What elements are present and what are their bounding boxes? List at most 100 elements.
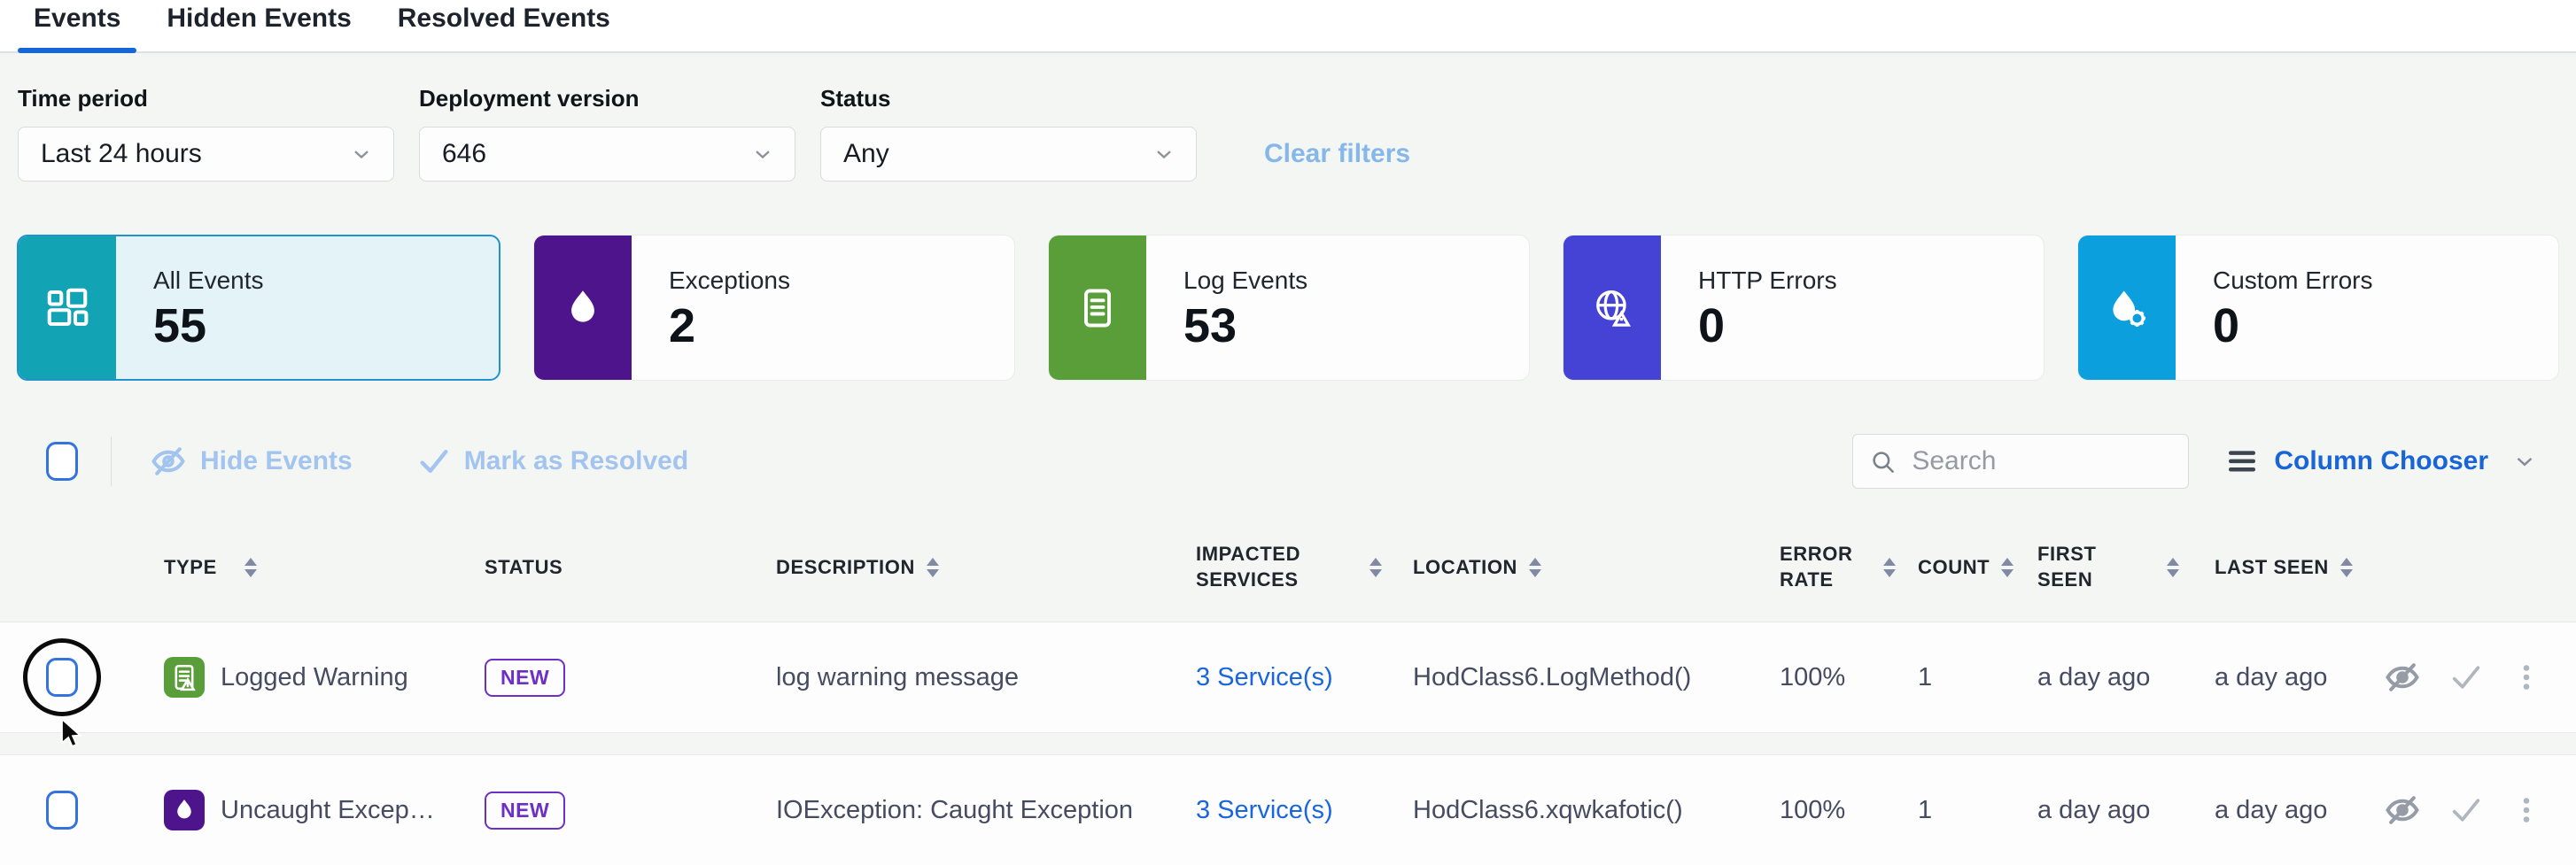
summary-cards: All Events 55 Exceptions 2 Log Events 53 bbox=[17, 235, 2559, 381]
row-menu-action[interactable] bbox=[2510, 661, 2542, 693]
mark-resolved-button[interactable]: Mark as Resolved bbox=[416, 444, 688, 479]
card-label: Custom Errors bbox=[2213, 266, 2372, 295]
sort-icon[interactable] bbox=[244, 558, 257, 577]
deployment-version-value: 646 bbox=[442, 139, 750, 169]
card-label: All Events bbox=[153, 266, 264, 295]
deployment-version-select[interactable]: 646 bbox=[419, 127, 795, 181]
chevron-down-icon bbox=[1152, 142, 1176, 166]
header-location[interactable]: LOCATION bbox=[1382, 555, 1763, 581]
impacted-services-link[interactable]: 3 Service(s) bbox=[1196, 796, 1333, 824]
card-value: 2 bbox=[669, 302, 790, 350]
hide-event-action[interactable] bbox=[2383, 658, 2422, 697]
active-tab-underline bbox=[18, 48, 136, 53]
clear-filters-button[interactable]: Clear filters bbox=[1264, 139, 1410, 169]
row-menu-action[interactable] bbox=[2510, 794, 2542, 826]
header-type[interactable]: TYPE bbox=[102, 555, 461, 581]
select-all-checkbox[interactable] bbox=[46, 442, 78, 481]
card-http-errors[interactable]: HTTP Errors 0 bbox=[1563, 235, 2045, 381]
flame-gear-icon bbox=[2078, 236, 2176, 380]
check-icon bbox=[2448, 792, 2484, 828]
row-checkbox[interactable] bbox=[46, 791, 78, 830]
impacted-services-link[interactable]: 3 Service(s) bbox=[1196, 663, 1333, 691]
search-icon bbox=[1868, 447, 1898, 477]
card-label: Log Events bbox=[1183, 266, 1307, 295]
tab-events-label: Events bbox=[34, 4, 120, 33]
time-period-select[interactable]: Last 24 hours bbox=[18, 127, 394, 181]
card-value: 0 bbox=[2213, 302, 2372, 350]
event-description: log warning message bbox=[709, 663, 1152, 692]
hide-event-action[interactable] bbox=[2383, 791, 2422, 830]
table-header: TYPE STATUS DESCRIPTION IMPACTED SERVICE… bbox=[0, 514, 2576, 622]
error-rate: 100% bbox=[1763, 663, 1896, 692]
event-type: Uncaught Excep… bbox=[221, 796, 435, 825]
card-custom-errors[interactable]: Custom Errors 0 bbox=[2077, 235, 2559, 381]
globe-warning-icon bbox=[1563, 236, 1661, 380]
header-description[interactable]: DESCRIPTION bbox=[709, 555, 1152, 581]
event-description: IOException: Caught Exception bbox=[709, 796, 1152, 825]
deployment-version-filter: Deployment version 646 bbox=[419, 85, 795, 181]
sort-icon[interactable] bbox=[927, 558, 939, 577]
tab-hidden-events[interactable]: Hidden Events bbox=[151, 4, 367, 51]
check-icon bbox=[2448, 660, 2484, 695]
status-select[interactable]: Any bbox=[820, 127, 1197, 181]
sort-icon[interactable] bbox=[2340, 558, 2353, 577]
header-last-seen[interactable]: LAST SEEN bbox=[2179, 555, 2356, 581]
header-first-seen[interactable]: FIRST SEEN bbox=[2002, 542, 2179, 592]
last-seen: a day ago bbox=[2179, 663, 2356, 692]
sort-icon[interactable] bbox=[1369, 558, 1382, 577]
first-seen: a day ago bbox=[2002, 796, 2179, 825]
kebab-menu-icon bbox=[2510, 661, 2542, 693]
time-period-value: Last 24 hours bbox=[41, 139, 349, 169]
hamburger-icon bbox=[2224, 444, 2260, 479]
header-impacted-services[interactable]: IMPACTED SERVICES bbox=[1152, 542, 1382, 592]
chevron-down-icon bbox=[2511, 448, 2538, 475]
header-count[interactable]: COUNT bbox=[1896, 555, 2002, 581]
event-type: Logged Warning bbox=[221, 663, 408, 692]
hide-events-button[interactable]: Hide Events bbox=[149, 442, 353, 481]
eye-slash-icon bbox=[149, 442, 188, 481]
card-exceptions[interactable]: Exceptions 2 bbox=[533, 235, 1015, 381]
tab-resolved-events[interactable]: Resolved Events bbox=[382, 4, 626, 51]
resolve-event-action[interactable] bbox=[2448, 660, 2484, 695]
status-badge: NEW bbox=[485, 792, 565, 830]
event-count: 1 bbox=[1896, 796, 2002, 825]
table-toolbar: Hide Events Mark as Resolved Column Choo… bbox=[0, 432, 2576, 490]
card-value: 53 bbox=[1183, 302, 1307, 350]
column-chooser-label: Column Chooser bbox=[2274, 446, 2488, 476]
status-badge: NEW bbox=[485, 659, 565, 697]
card-label: HTTP Errors bbox=[1698, 266, 1837, 295]
card-label: Exceptions bbox=[669, 266, 790, 295]
hide-events-label: Hide Events bbox=[200, 446, 353, 476]
header-status[interactable]: STATUS bbox=[461, 555, 709, 581]
header-error-rate[interactable]: ERROR RATE bbox=[1763, 542, 1896, 592]
search-input[interactable] bbox=[1852, 434, 2189, 489]
eye-slash-icon bbox=[2383, 658, 2422, 697]
first-seen: a day ago bbox=[2002, 663, 2179, 692]
flame-icon bbox=[534, 236, 632, 380]
check-icon bbox=[416, 444, 452, 479]
mark-resolved-label: Mark as Resolved bbox=[464, 446, 688, 476]
card-log-events[interactable]: Log Events 53 bbox=[1048, 235, 1530, 381]
search-box bbox=[1852, 434, 2189, 489]
chevron-down-icon bbox=[750, 142, 775, 166]
column-chooser-button[interactable]: Column Chooser bbox=[2224, 444, 2538, 479]
sort-icon[interactable] bbox=[1529, 558, 1541, 577]
card-all-events[interactable]: All Events 55 bbox=[17, 235, 500, 381]
last-seen: a day ago bbox=[2179, 796, 2356, 825]
tab-events[interactable]: Events bbox=[18, 4, 136, 51]
tab-resolved-events-label: Resolved Events bbox=[398, 4, 610, 33]
exception-flame-icon bbox=[164, 790, 205, 830]
status-label: Status bbox=[820, 85, 1197, 112]
error-rate: 100% bbox=[1763, 796, 1896, 825]
event-count: 1 bbox=[1896, 663, 2002, 692]
sort-icon[interactable] bbox=[1883, 558, 1896, 577]
time-period-filter: Time period Last 24 hours bbox=[18, 85, 394, 181]
row-checkbox[interactable] bbox=[46, 658, 78, 697]
table-row: Logged Warning NEW log warning message 3… bbox=[0, 622, 2576, 733]
log-warning-icon bbox=[164, 657, 205, 698]
chevron-down-icon bbox=[349, 142, 374, 166]
status-value: Any bbox=[843, 139, 1152, 169]
sort-icon[interactable] bbox=[2167, 558, 2179, 577]
card-value: 0 bbox=[1698, 302, 1837, 350]
resolve-event-action[interactable] bbox=[2448, 792, 2484, 828]
